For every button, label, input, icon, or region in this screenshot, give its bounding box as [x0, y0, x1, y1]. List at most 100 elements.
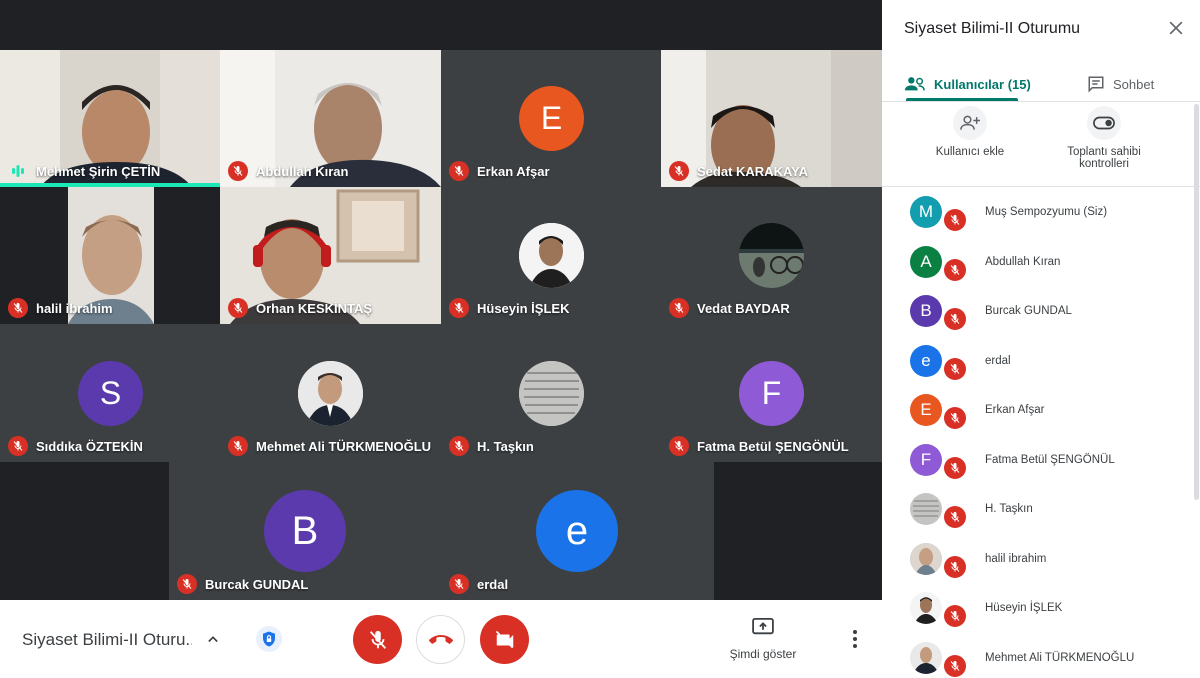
video-tile[interactable]: Mehmet Ali TÜRKMENOĞLU	[220, 324, 441, 462]
list-item[interactable]: B Burcak GUNDAL	[882, 286, 1200, 336]
mic-off-icon	[944, 506, 966, 528]
participant-name: Abdullah Kıran	[256, 163, 349, 179]
host-controls-label: Toplantı sahibi kontrolleri	[1067, 146, 1141, 170]
leave-call-button[interactable]	[416, 615, 465, 664]
participant-avatar: F	[910, 444, 942, 476]
tab-participants[interactable]: Kullanıcılar (15)	[904, 66, 1031, 102]
participant-name: H. Taşkın	[477, 438, 534, 454]
video-tile[interactable]: Orhan KESKİNTAŞ	[220, 187, 441, 324]
list-item[interactable]: A Abdullah Kıran	[882, 237, 1200, 287]
video-tile[interactable]: Vedat BAYDAR	[661, 187, 882, 324]
video-tile[interactable]: Mehmet Şirin ÇETİN	[0, 50, 220, 187]
mic-off-icon	[944, 655, 966, 677]
participant-avatar: F	[739, 361, 804, 426]
microphone-toggle-button[interactable]	[353, 615, 402, 664]
video-tile[interactable]: halil ibrahim	[0, 187, 220, 324]
participant-name: Fatma Betül ŞENGÖNÜL	[985, 454, 1115, 466]
video-tile[interactable]: S Sıddıka ÖZTEKİN	[0, 324, 220, 462]
video-tile[interactable]: H. Taşkın	[441, 324, 661, 462]
more-options-icon[interactable]	[845, 627, 865, 651]
participant-photo	[519, 223, 584, 288]
add-person-icon	[953, 106, 987, 140]
list-item[interactable]: H. Taşkın	[882, 484, 1200, 534]
mic-off-icon	[369, 630, 386, 649]
participant-name: Erkan Afşar	[985, 404, 1045, 416]
participant-name: Burcak GUNDAL	[985, 305, 1072, 317]
video-tile[interactable]: E Erkan Afşar	[441, 50, 661, 187]
video-tile[interactable]: Abdullah Kıran	[220, 50, 441, 187]
list-item[interactable]: E Erkan Afşar	[882, 385, 1200, 435]
mic-off-icon	[228, 298, 248, 318]
video-tile[interactable]: F Fatma Betül ŞENGÖNÜL	[661, 324, 882, 462]
mic-off-icon	[944, 556, 966, 578]
video-tile[interactable]: Sedat KARAKAYA	[661, 50, 882, 187]
video-tile[interactable]: B Burcak GUNDAL	[169, 462, 441, 600]
list-item[interactable]: M Muş Sempozyumu (Siz)	[882, 187, 1200, 237]
participant-name: Hüseyin İŞLEK	[985, 602, 1063, 614]
participant-photo	[298, 361, 363, 426]
participant-avatar: A	[910, 246, 942, 278]
tab-chat[interactable]: Sohbet	[1087, 66, 1154, 102]
participant-name: Mehmet Ali TÜRKMENOĞLU	[256, 438, 432, 454]
participant-avatar: B	[910, 295, 942, 327]
participant-avatar: E	[519, 86, 584, 151]
camera-toggle-button[interactable]	[480, 615, 529, 664]
mic-off-icon	[944, 457, 966, 479]
list-item[interactable]: Mehmet Ali TÜRKMENOĞLU	[882, 633, 1200, 678]
mic-off-icon	[449, 436, 469, 456]
participant-avatar: M	[910, 196, 942, 228]
mic-off-icon	[449, 298, 469, 318]
participant-photo	[910, 592, 942, 624]
mic-off-icon	[669, 298, 689, 318]
add-user-button[interactable]: Kullanıcı ekle	[922, 106, 1018, 158]
panel-title: Siyaset Bilimi-II Oturumu	[904, 20, 1081, 37]
participant-list: M Muş Sempozyumu (Siz) A Abdullah Kıran …	[882, 187, 1200, 678]
people-icon	[904, 77, 925, 91]
participant-name: Mehmet Ali TÜRKMENOĞLU	[985, 652, 1135, 664]
tab-participants-label: Kullanıcılar (15)	[934, 76, 1031, 92]
participant-name: Sedat KARAKAYA	[697, 163, 809, 179]
mic-off-icon	[944, 358, 966, 380]
meeting-title[interactable]: Siyaset Bilimi-II Oturu...	[22, 630, 192, 650]
participant-name: Abdullah Kıran	[985, 256, 1061, 268]
participant-name: Muş Sempozyumu (Siz)	[985, 206, 1108, 218]
list-item[interactable]: halil ibrahim	[882, 534, 1200, 584]
meet-window: Mehmet Şirin ÇETİN Abdullah Kıran E Erka…	[0, 0, 1200, 678]
list-item[interactable]: F Fatma Betül ŞENGÖNÜL	[882, 435, 1200, 485]
participant-name: Vedat BAYDAR	[697, 300, 790, 316]
tab-chat-label: Sohbet	[1113, 76, 1155, 92]
mic-off-icon	[669, 161, 689, 181]
speaking-indicator-bar	[0, 183, 220, 187]
chevron-up-icon[interactable]	[203, 629, 223, 649]
participant-photo	[910, 543, 942, 575]
mic-off-icon	[944, 407, 966, 429]
audio-level-icon	[8, 161, 28, 181]
participant-name: Hüseyin İŞLEK	[477, 300, 570, 316]
mic-off-icon	[944, 259, 966, 281]
video-tile[interactable]: e erdal	[441, 462, 714, 600]
close-icon[interactable]	[1166, 18, 1186, 38]
mic-off-icon	[8, 298, 28, 318]
empty-tile	[714, 462, 882, 600]
participant-photo	[910, 493, 942, 525]
present-now-button[interactable]: Şimdi göster	[722, 618, 804, 661]
list-item[interactable]: Hüseyin İŞLEK	[882, 583, 1200, 633]
participant-avatar: e	[910, 345, 942, 377]
mic-off-icon	[228, 436, 248, 456]
present-screen-icon	[752, 618, 774, 635]
lock-icon[interactable]	[256, 626, 282, 652]
participant-name: halil ibrahim	[36, 300, 113, 316]
participant-name: Erkan Afşar	[477, 163, 550, 179]
mic-off-icon	[449, 161, 469, 181]
participant-photo	[739, 223, 804, 288]
video-tile[interactable]: Hüseyin İŞLEK	[441, 187, 661, 324]
participant-list-scrollbar[interactable]	[1194, 104, 1199, 500]
mic-off-icon	[8, 436, 28, 456]
participant-name: erdal	[477, 576, 509, 592]
hang-up-icon	[428, 634, 453, 644]
list-item[interactable]: e erdal	[882, 336, 1200, 386]
participant-name: Mehmet Şirin ÇETİN	[36, 163, 161, 179]
mic-off-icon	[449, 574, 469, 594]
add-user-label: Kullanıcı ekle	[935, 146, 1005, 158]
host-controls-button[interactable]: Toplantı sahibi kontrolleri	[1058, 106, 1150, 170]
